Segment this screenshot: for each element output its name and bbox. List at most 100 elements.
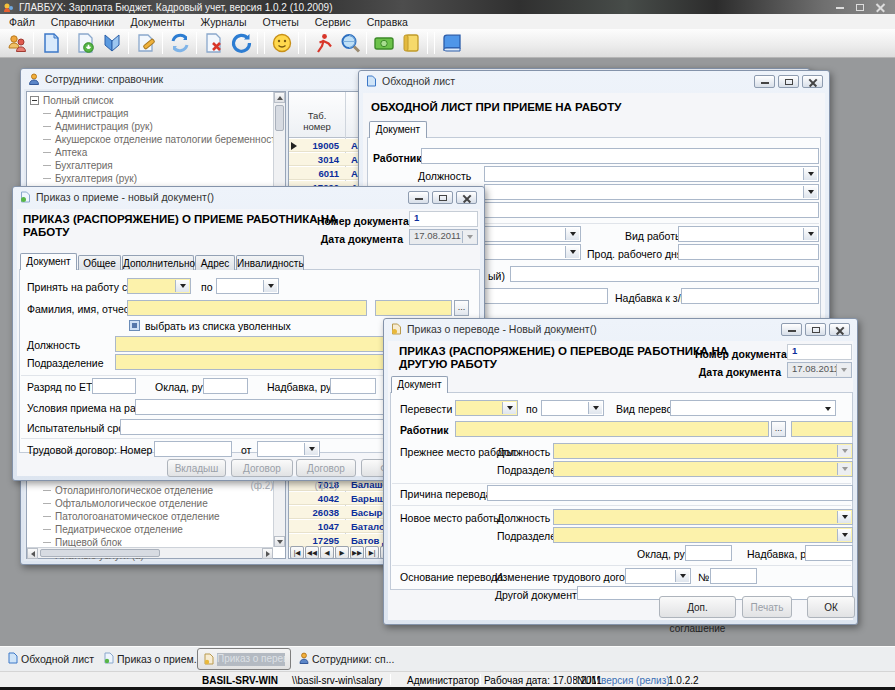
new-document-icon[interactable] [37,31,64,56]
salary-field[interactable] [203,378,248,394]
nav-next-page-button[interactable]: ▶▶ [350,546,364,559]
doc-number-field[interactable]: 1 [409,211,478,227]
contract-number-field[interactable] [154,441,232,457]
tab-document[interactable]: Документ [20,253,77,270]
new-position-combo[interactable] [553,509,853,525]
tab-general[interactable]: Общее [78,255,121,270]
close-button[interactable] [456,191,477,204]
department-combo[interactable] [484,184,819,200]
menu-journals[interactable]: Журналы [193,16,255,28]
transfer-to-combo[interactable] [541,400,604,416]
workday-field[interactable] [678,244,819,260]
nav-prior-page-button[interactable]: ◀◀ [305,546,319,559]
contract-f1-button[interactable]: Договор (ф.1) [296,459,356,477]
bonus-field[interactable] [681,288,819,304]
collapse-icon[interactable] [30,96,39,105]
worker-field[interactable] [455,421,769,437]
employees-icon[interactable] [3,31,30,56]
old-department-field[interactable] [553,461,853,477]
search-icon[interactable] [336,31,363,56]
tree-item[interactable]: Отоларингологическое отделение [30,484,220,497]
contract-f2-button[interactable]: Договор (ф.2) [231,459,293,477]
minimize-button[interactable] [781,323,802,336]
new-salary-field[interactable] [685,545,732,561]
task-hire[interactable]: Приказ о прием... [117,653,203,665]
status-version-label[interactable]: версия (релиз) [601,675,670,686]
restore-button[interactable] [778,75,799,88]
minimize-icon[interactable] [836,6,844,9]
ok-button[interactable]: ОК [807,596,855,618]
help-book-icon[interactable] [438,31,465,56]
menu-file[interactable]: Файл [1,16,43,28]
field[interactable] [510,266,819,282]
restore-button[interactable] [805,323,826,336]
fio-picker-button[interactable]: ... [454,300,469,316]
menu-documents[interactable]: Документы [122,16,192,28]
worker-field[interactable] [421,148,819,164]
task-bypass[interactable]: Обходной лист [21,653,94,665]
doc-number-field[interactable]: 1 [787,344,852,360]
tab-additional[interactable]: Дополнительно [122,255,194,270]
menu-references[interactable]: Справочники [43,16,123,28]
restore-button[interactable] [432,191,453,204]
fio-short-field[interactable] [375,300,452,316]
tree-item[interactable]: Педиатрическое отделение [30,523,220,536]
money-icon[interactable] [370,31,397,56]
edit-document-icon[interactable] [132,31,159,56]
close-button[interactable] [802,75,823,88]
sync-documents-icon[interactable] [166,31,193,56]
transfer-type-combo[interactable] [670,400,836,416]
new-department-combo[interactable] [553,527,853,543]
contract-date-combo[interactable] [257,441,320,457]
tab-address[interactable]: Адрес [195,255,235,270]
worker-short-field[interactable] [791,421,853,437]
tree-item[interactable]: Администрация [30,107,281,120]
smiley-icon[interactable] [268,31,295,56]
menu-help[interactable]: Справка [359,16,416,28]
reason-field[interactable] [487,485,853,501]
print-button[interactable]: Печать [742,596,792,618]
tree-item[interactable]: Патологоанатомическое отделение [30,510,220,523]
delete-document-icon[interactable] [200,31,227,56]
refresh-icon[interactable] [227,31,254,56]
agreement-button[interactable]: Доп. соглашение [659,596,736,618]
tree-item[interactable]: Аптека [30,146,281,159]
contract-change-number-field[interactable] [710,568,757,584]
bonus-field[interactable] [330,378,376,394]
tree-item[interactable]: Бухгалтерия (рук) [30,172,281,185]
tree-horizontal-scrollbar[interactable] [27,547,273,558]
nav-next-button[interactable]: ▶ [335,546,349,559]
dismissed-checkbox[interactable] [129,320,140,331]
tree-item[interactable]: Бухгалтерия [30,159,281,172]
grade-field[interactable] [92,378,136,394]
insert-button[interactable]: Вкладыш [167,459,226,477]
doc-date-field[interactable]: 17.08.2011 [787,362,852,378]
nav-first-button[interactable]: |◀ [290,546,304,559]
tree-item[interactable]: Акушерское отделение патологии беременно… [30,133,281,146]
task-transfer-active[interactable]: Приказ о перево [197,648,291,670]
tree-item[interactable]: Офтальмологическое отделение [30,497,220,510]
hire-from-combo[interactable] [127,278,191,294]
tab-document[interactable]: Документ [391,376,448,393]
tree-item[interactable]: Администрация (рук) [30,120,281,133]
maximize-icon[interactable] [856,4,864,11]
close-icon[interactable] [876,3,885,12]
tab-document[interactable]: Документ [369,121,427,138]
hire-to-combo[interactable] [216,278,279,294]
close-button[interactable] [829,323,850,336]
tree-item-root[interactable]: Полный список [30,94,281,107]
nav-prior-button[interactable]: ◀ [320,546,334,559]
open-document-icon[interactable] [71,31,98,56]
minimize-button[interactable] [754,75,775,88]
task-employees[interactable]: Сотрудники: сп... [312,653,394,665]
doc-date-field[interactable]: 17.08.2011 [409,229,478,245]
book-icon[interactable] [98,31,125,56]
contract-change-date-combo[interactable] [625,568,691,584]
transfer-from-combo[interactable] [455,400,518,416]
new-bonus-field[interactable] [805,545,853,561]
position-combo[interactable] [484,166,819,182]
run-person-icon[interactable] [309,31,336,56]
worker-picker-button[interactable]: ... [771,421,786,437]
scroll-icon[interactable] [397,31,424,56]
fio-field[interactable] [127,300,367,316]
